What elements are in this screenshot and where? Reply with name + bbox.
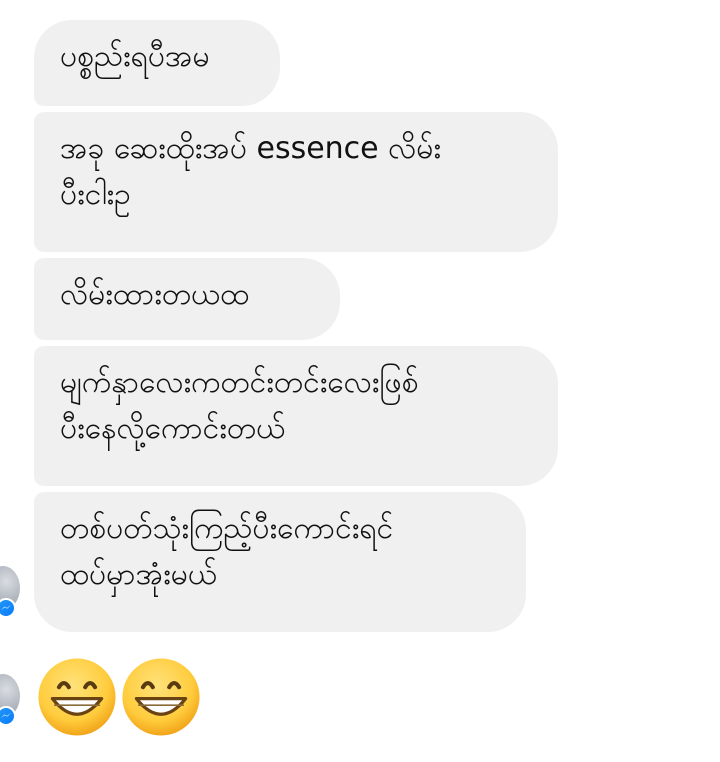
grinning-face-emoji <box>38 658 116 736</box>
message-bubble[interactable]: တစ်ပတ်သုံးကြည့်ပီးကောင်းရင် ထပ်မှာအုံးမယ… <box>34 492 526 632</box>
message-text: အခု ဆေးထိုးအပ် essence လိမ်း <box>60 131 442 166</box>
chat-thread: ပစ္စည်းရပီအမ အခု ဆေးထိုးအပ် essence လိမ်… <box>0 0 720 762</box>
message-bubble[interactable]: ပစ္စည်းရပီအမ <box>34 20 280 106</box>
message-text: လိမ်းထားတယထ <box>60 277 250 312</box>
message-bubble[interactable]: မျက်နှာလေးကတင်းတင်းလေးဖြစ် ပီးနေလို့ကောင… <box>34 346 558 486</box>
message-text: ပစ္စည်းရပီအမ <box>60 39 210 74</box>
message-text: ပီးနေလို့ကောင်းတယ် <box>60 411 286 446</box>
sender-avatar[interactable] <box>0 674 22 726</box>
sender-avatar[interactable] <box>0 566 22 618</box>
message-bubble[interactable]: အခု ဆေးထိုးအပ် essence လိမ်း ပီးငါးဥ <box>34 112 558 252</box>
message-text: တစ်ပတ်သုံးကြည့်ပီးကောင်းရင် <box>60 511 394 546</box>
message-text: ထပ်မှာအုံးမယ် <box>60 557 218 592</box>
message-bubble[interactable]: လိမ်းထားတယထ <box>34 258 340 340</box>
grinning-face-emoji <box>122 658 200 736</box>
message-text: မျက်နှာလေးကတင်းတင်းလေးဖြစ် <box>60 365 419 400</box>
messenger-badge-icon <box>0 598 16 618</box>
message-text: ပီးငါးဥ <box>60 177 131 212</box>
messenger-badge-icon <box>0 706 16 726</box>
